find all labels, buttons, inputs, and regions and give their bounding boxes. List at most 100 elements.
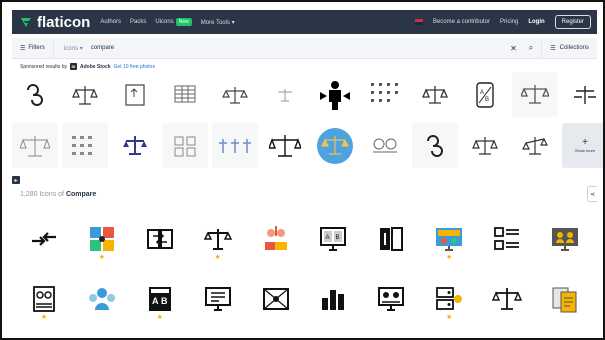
result-icon-item[interactable] xyxy=(485,284,529,322)
sponsored-tile[interactable] xyxy=(412,123,458,168)
search-tools: ✕ ⌕ xyxy=(510,43,541,53)
result-icon-item[interactable] xyxy=(369,224,413,262)
flaticon-logo[interactable]: flaticon xyxy=(20,14,90,31)
results-number: 1,280 xyxy=(20,191,38,198)
nav-packs[interactable]: Packs xyxy=(130,19,146,25)
balance-scale-gray-icon xyxy=(521,84,549,104)
premium-star-icon: ★ xyxy=(445,254,453,261)
document-compare-icon xyxy=(125,83,145,106)
result-icon-item[interactable]: ★ xyxy=(22,284,66,322)
sponsored-tile[interactable] xyxy=(412,72,458,117)
monitor-compare-icon xyxy=(436,228,463,251)
premium-star-icon: ★ xyxy=(156,314,163,321)
sponsored-tile[interactable] xyxy=(162,72,208,117)
register-button[interactable]: Register xyxy=(554,15,591,29)
sponsored-tile[interactable] xyxy=(312,72,358,117)
page-frame: flaticon Authors Packs Uicons New More To… xyxy=(0,0,605,340)
sponsored-prefix: Sponsored results by xyxy=(20,63,67,70)
result-icon-item[interactable] xyxy=(22,224,66,262)
search-icon[interactable]: ⌕ xyxy=(529,43,533,53)
person-choice-icon xyxy=(320,80,350,110)
adobe-stock-logo-icon: St xyxy=(69,63,77,70)
result-icon-item[interactable]: ★ xyxy=(196,224,240,262)
result-icon-item[interactable]: ★ xyxy=(80,224,124,262)
search-input[interactable] xyxy=(88,44,393,52)
sponsored-tile[interactable] xyxy=(512,123,558,168)
sponsored-tile[interactable] xyxy=(62,123,108,168)
free-photos-link[interactable]: Get 10 free photos xyxy=(114,64,155,70)
scale-tilted-icon xyxy=(522,136,548,155)
collections-button[interactable]: ☰ Collections xyxy=(541,38,597,58)
filters-button[interactable]: ☰ Filters xyxy=(12,38,54,58)
sponsored-tile[interactable] xyxy=(212,123,258,168)
sponsored-tile[interactable] xyxy=(112,123,158,168)
logo-mark-icon xyxy=(21,17,31,27)
sponsored-brand: Adobe Stock xyxy=(79,63,111,70)
image-compare-icon xyxy=(262,288,289,310)
arrows-loop-icon xyxy=(427,134,443,157)
result-icon-item[interactable] xyxy=(485,224,529,262)
result-icon-item[interactable] xyxy=(80,284,124,322)
sponsored-tile[interactable] xyxy=(562,72,603,117)
result-icon-item[interactable]: ★ xyxy=(427,224,471,262)
result-icon-item[interactable] xyxy=(254,224,298,262)
chevron-down-icon: ▾ xyxy=(79,45,83,52)
sponsored-tile[interactable] xyxy=(212,72,258,117)
swap-boxes-icon xyxy=(146,229,173,249)
result-icon-item[interactable]: ★ xyxy=(427,284,471,322)
login-link[interactable]: Login xyxy=(528,19,544,25)
result-icon-item[interactable] xyxy=(138,224,182,262)
result-icon-item[interactable] xyxy=(369,284,413,322)
result-icon-item[interactable]: AB ★ xyxy=(138,284,182,322)
balance-scale-icon xyxy=(72,85,98,105)
flag-icon[interactable] xyxy=(414,19,423,25)
monitor-tools-icon xyxy=(204,287,231,311)
clear-icon[interactable]: ✕ xyxy=(510,44,517,53)
bar-chart-icon xyxy=(322,290,345,310)
category-select[interactable]: Icons ▾ xyxy=(64,45,83,52)
scale-small-icon xyxy=(278,88,292,101)
sponsored-tile[interactable] xyxy=(12,72,58,117)
sponsored-tile[interactable] xyxy=(362,123,408,168)
result-icon-item[interactable] xyxy=(543,224,587,262)
sponsored-tile[interactable] xyxy=(362,72,408,117)
show-more-button[interactable]: + Show more xyxy=(562,123,603,168)
search-bar: ☰ Filters Icons ▾ ✕ ⌕ ☰ Collections xyxy=(12,38,597,59)
people-compare-icon xyxy=(264,226,287,250)
sponsored-tile[interactable] xyxy=(262,123,308,168)
sponsored-row-2: + Show more xyxy=(12,123,603,168)
svg-text:B: B xyxy=(485,97,489,103)
sponsored-tile[interactable] xyxy=(512,72,558,117)
result-icon-item[interactable] xyxy=(196,284,240,322)
results-middle: Icons of xyxy=(39,191,64,198)
puzzle-compare-icon xyxy=(89,227,114,251)
sidebar-toggle-button[interactable]: ▸ xyxy=(12,176,20,184)
premium-star-icon: ★ xyxy=(98,254,106,261)
svg-text:A: A xyxy=(326,235,330,241)
pricing-link[interactable]: Pricing xyxy=(500,19,518,25)
balance-scale-icon xyxy=(222,86,248,104)
nav-authors[interactable]: Authors xyxy=(100,19,121,25)
sponsored-tile[interactable]: AB xyxy=(462,72,508,117)
nav-more-tools[interactable]: More Tools ▾ xyxy=(201,19,235,26)
comparison-table-icon xyxy=(174,85,196,102)
sponsored-tile[interactable] xyxy=(62,72,108,117)
nav-uicons[interactable]: Uicons New xyxy=(155,18,192,26)
result-icon-item[interactable] xyxy=(543,284,587,322)
sponsored-header: Sponsored results by St Adobe Stock Get … xyxy=(20,63,155,70)
icon-grid-icon xyxy=(72,135,92,155)
become-contributor-link[interactable]: Become a contributor xyxy=(433,19,490,25)
sponsored-tile[interactable] xyxy=(162,123,208,168)
sponsored-tile[interactable] xyxy=(112,72,158,117)
ab-test-icon: AB xyxy=(148,287,171,311)
sponsored-tile[interactable] xyxy=(312,123,358,168)
result-icon-item[interactable]: AB xyxy=(311,224,355,262)
result-icon-item[interactable] xyxy=(311,284,355,322)
results-row-2: ★ AB ★ ★ xyxy=(12,284,597,322)
sponsored-tile[interactable] xyxy=(262,72,308,117)
result-icon-item[interactable] xyxy=(254,284,298,322)
share-button[interactable]: ⋖ xyxy=(587,186,597,202)
sponsored-tile[interactable] xyxy=(462,123,508,168)
sponsored-tile[interactable] xyxy=(12,123,58,168)
server-compare-icon xyxy=(436,287,463,310)
